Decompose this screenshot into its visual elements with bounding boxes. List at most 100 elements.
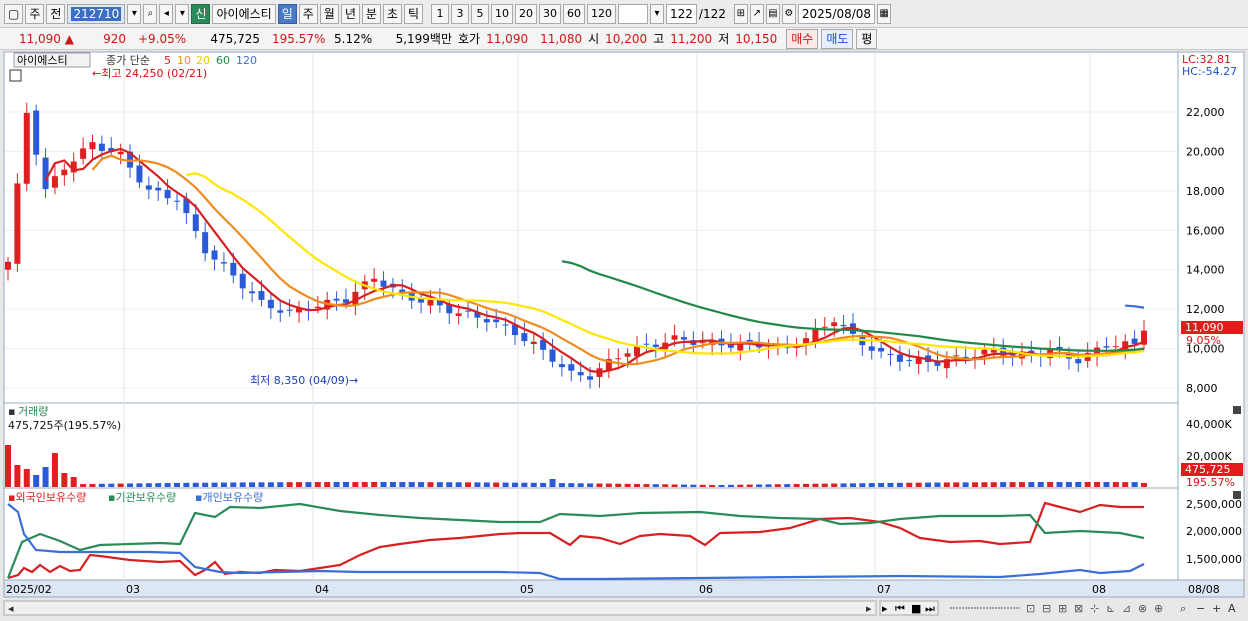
volume-bar	[774, 484, 781, 487]
tool-icon-1[interactable]: ⊡	[1026, 602, 1035, 615]
period-tab-week[interactable]: 주	[298, 3, 318, 24]
candle-body	[615, 358, 622, 360]
candle-body	[652, 344, 659, 348]
dropdown-icon[interactable]: ▾	[127, 3, 142, 24]
save-icon[interactable]: ▤	[765, 3, 780, 24]
play-icon[interactable]: ▸	[882, 602, 888, 615]
stock-code-input[interactable]: 212710	[67, 3, 126, 24]
tool-icon-8[interactable]: ⊗	[1138, 602, 1147, 615]
x-axis-label: 05	[520, 583, 534, 596]
volume-bar	[371, 482, 378, 487]
eval-button[interactable]: 평	[856, 28, 878, 49]
interval-30[interactable]: 30	[539, 3, 562, 24]
market-select[interactable]: 주	[25, 3, 45, 24]
calendar-icon[interactable]: ▦	[877, 3, 892, 24]
volume-bar	[483, 482, 490, 487]
stop-icon[interactable]: ■	[911, 602, 921, 615]
period-tab-minute[interactable]: 분	[361, 3, 381, 24]
volume-bar	[680, 484, 687, 487]
volume-close-icon[interactable]	[1233, 406, 1241, 414]
candle-body	[117, 151, 124, 155]
stock-name[interactable]: 아이에스티	[212, 3, 276, 24]
drawing-tools: ⊡ ⊟ ⊞ ⊠ ⊹ ⊾ ⊿ ⊗ ⊕ ⌕ − + A	[1026, 602, 1236, 615]
tool-icon-9[interactable]: ⊕	[1154, 602, 1163, 615]
interval-5[interactable]: 5	[471, 3, 490, 24]
font-size-icon[interactable]: A	[1228, 602, 1236, 615]
volume-bar	[408, 482, 415, 487]
chevron-down-icon[interactable]: ▾	[175, 3, 190, 24]
interval-10[interactable]: 10	[491, 3, 514, 24]
gear-icon[interactable]: ⚙	[781, 3, 796, 24]
fastforward-icon[interactable]: ⏭	[925, 602, 935, 615]
volume-bar	[577, 483, 584, 487]
interval-1[interactable]: 1	[431, 3, 450, 24]
volume-bar	[521, 482, 528, 487]
zoom-in-icon[interactable]: ⌕	[1180, 602, 1186, 615]
interval-20[interactable]: 20	[515, 3, 538, 24]
sell-button[interactable]: 매도	[821, 28, 854, 49]
interval-input[interactable]	[618, 3, 649, 24]
tool-icon-6[interactable]: ⊾	[1106, 602, 1115, 615]
holdings-close-icon[interactable]	[1233, 491, 1241, 499]
period-tab-month[interactable]: 월	[319, 3, 339, 24]
chart-canvas[interactable]: 아이에스티 종가 단순 5 10 20 60 120 ←최고 24,250 (0…	[0, 50, 1248, 621]
rewind-icon[interactable]: ⏮	[895, 602, 905, 615]
volume-bar	[925, 482, 932, 487]
volume-bar	[549, 479, 556, 487]
volume-bar	[793, 483, 800, 487]
volume-bar	[211, 482, 218, 487]
volume-bar	[915, 482, 922, 487]
candle-body	[33, 110, 40, 155]
tool-icon-2[interactable]: ⊟	[1042, 602, 1051, 615]
candle-body	[277, 310, 284, 313]
volume-bar	[33, 475, 40, 487]
date-input[interactable]: 2025/08/08	[797, 3, 876, 24]
holdings-legend-institution: ▪기관보유수량	[108, 491, 176, 504]
minus-icon[interactable]: −	[1196, 602, 1205, 615]
candle-body	[568, 364, 575, 371]
period-tab-year[interactable]: 년	[340, 3, 360, 24]
current-price: 11,090 ▲	[18, 31, 74, 46]
window-icon[interactable]: ▢	[4, 3, 24, 24]
candle-body	[840, 324, 847, 327]
ma-legend-5: 5	[164, 54, 171, 67]
prev-button[interactable]: 전	[46, 3, 66, 24]
horizontal-scrollbar[interactable]	[3, 600, 877, 616]
scroll-right-icon[interactable]: ▸	[866, 602, 872, 615]
candle-body	[558, 364, 565, 368]
candle-body	[868, 346, 875, 351]
candle-body	[549, 349, 556, 362]
tool-icon-5[interactable]: ⊹	[1090, 602, 1099, 615]
volume-bar	[80, 484, 87, 487]
zoom-icon[interactable]: ⊞	[733, 3, 748, 24]
tool-icon-4[interactable]: ⊠	[1074, 602, 1083, 615]
volume-bar	[1112, 482, 1119, 487]
arrow-icon[interactable]: ↗	[749, 3, 764, 24]
volume-bar	[399, 482, 406, 487]
candle-body	[155, 187, 162, 191]
volume-bar	[89, 483, 96, 487]
volume-bar	[98, 483, 105, 487]
scroll-left-icon[interactable]: ◂	[8, 602, 14, 615]
plus-icon[interactable]: +	[1212, 602, 1221, 615]
buy-button[interactable]: 매수	[786, 28, 819, 49]
interval-60[interactable]: 60	[563, 3, 586, 24]
period-tab-day[interactable]: 일	[277, 3, 297, 24]
interval-3[interactable]: 3	[451, 3, 470, 24]
interval-dropdown-icon[interactable]: ▾	[650, 3, 665, 24]
volume-bar	[145, 483, 152, 487]
period-tab-second[interactable]: 초	[382, 3, 402, 24]
interval-120[interactable]: 120	[587, 3, 617, 24]
candle-body	[887, 353, 894, 356]
candle-body	[906, 359, 913, 361]
count-display[interactable]: 122	[666, 3, 697, 24]
ma-legend-10: 10	[177, 54, 191, 67]
volume-bar	[465, 482, 472, 487]
speaker-icon[interactable]: ◂	[159, 3, 174, 24]
period-tab-tick[interactable]: 틱	[403, 3, 424, 24]
table-icon[interactable]	[9, 69, 22, 82]
tool-icon-3[interactable]: ⊞	[1058, 602, 1067, 615]
search-icon[interactable]: ⌕	[143, 3, 158, 24]
tool-icon-7[interactable]: ⊿	[1122, 602, 1131, 615]
volume-bar	[765, 484, 772, 487]
